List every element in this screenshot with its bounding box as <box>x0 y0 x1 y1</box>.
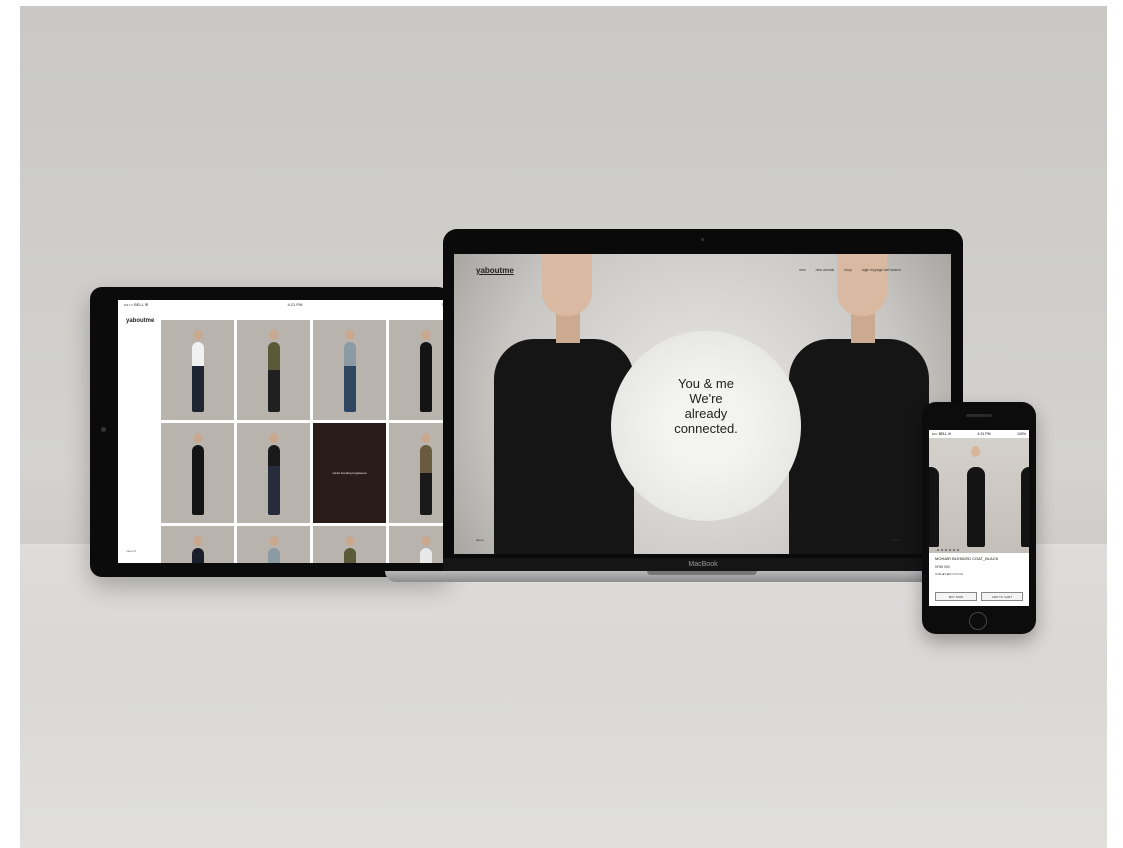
hero-headline: You & me We're already connected. <box>611 376 801 436</box>
laptop-screen: yaboutme new new arrivals shop login myp… <box>454 254 951 554</box>
laptop-notch <box>647 571 757 575</box>
model-figure <box>929 467 939 547</box>
camera-dot <box>701 238 704 241</box>
tablet-status-bar: •••○○ BELL ✉ 4:21 PM ≡ <box>118 300 450 309</box>
tablet-sidebar: yaboutme menu ≡ <box>118 310 160 563</box>
phone-screen: •••○ BELL ✉ 4:21 PM 100% MOHAIR BLENDED … <box>929 430 1029 606</box>
model-figure <box>191 445 204 515</box>
product-name: MOHAIR BLENDED COAT_BLACK <box>935 556 999 561</box>
laptop-chin: MacBook <box>443 558 963 571</box>
footer-link[interactable]: fashion <box>891 538 901 542</box>
model-figure <box>267 445 280 515</box>
footer-about-link[interactable]: about <box>476 538 484 542</box>
product-tile[interactable] <box>313 526 386 563</box>
add-to-cart-button[interactable]: ADD TO CART <box>981 592 1023 601</box>
home-button[interactable] <box>969 612 987 630</box>
tablet-logo[interactable]: yaboutme <box>126 318 154 324</box>
tablet-screen: •••○○ BELL ✉ 4:21 PM ≡ yaboutme menu ≡ v… <box>118 300 450 563</box>
phone-device: •••○ BELL ✉ 4:21 PM 100% MOHAIR BLENDED … <box>922 402 1036 634</box>
model-figure <box>191 548 204 563</box>
product-tile[interactable] <box>237 423 310 523</box>
nav-item[interactable]: new <box>799 268 805 272</box>
product-tile[interactable] <box>161 320 234 420</box>
product-image[interactable] <box>929 438 1029 553</box>
product-tile[interactable] <box>237 320 310 420</box>
model-right <box>789 254 929 554</box>
product-tile[interactable] <box>161 526 234 563</box>
model-head <box>971 446 980 457</box>
nav-item[interactable]: login mypage cart search <box>862 268 901 272</box>
mockup-scene: •••○○ BELL ✉ 4:21 PM ≡ yaboutme menu ≡ v… <box>20 6 1107 848</box>
model-head <box>269 433 278 443</box>
tablet-menu-button[interactable]: menu ≡ <box>126 549 136 553</box>
product-tile[interactable] <box>389 320 450 420</box>
phone-battery: 100% <box>1017 431 1026 436</box>
product-tile[interactable] <box>313 320 386 420</box>
phone-speaker <box>966 414 992 417</box>
model-head <box>269 330 278 340</box>
buy-now-button[interactable]: BUY NOW <box>935 592 977 601</box>
phone-carrier: •••○ BELL ✉ <box>932 431 952 436</box>
product-tile[interactable] <box>389 526 450 563</box>
model-figure <box>191 342 204 412</box>
tablet-carrier: •••○○ BELL ✉ <box>124 302 149 307</box>
product-tile[interactable] <box>161 423 234 523</box>
model-head <box>269 536 278 546</box>
model-face <box>542 254 592 316</box>
tile-caption: velvet bonding longsleeve <box>332 471 367 475</box>
nav-item[interactable]: shop <box>844 268 852 272</box>
nav-item[interactable]: new arrivals <box>816 268 835 272</box>
model-head <box>345 330 354 340</box>
model-head <box>421 433 430 443</box>
model-figure <box>267 548 280 563</box>
tablet-time: 4:21 PM <box>287 302 303 307</box>
product-tile[interactable] <box>389 423 450 523</box>
carousel-dots[interactable] <box>937 549 959 551</box>
model-head <box>193 433 202 443</box>
model-head <box>421 536 430 546</box>
laptop-brand-label: MacBook <box>688 561 718 568</box>
product-tile[interactable] <box>237 526 310 563</box>
hero-line: already <box>684 406 728 421</box>
model-head <box>345 536 354 546</box>
product-actions: BUY NOW ADD TO CART <box>935 592 1023 601</box>
model-figure <box>1021 467 1029 547</box>
model-figure <box>343 548 356 563</box>
product-tile-featured[interactable]: velvet bonding longsleeve <box>313 423 386 523</box>
hero-line: We're <box>689 391 723 406</box>
model-figure <box>343 342 356 412</box>
site-logo[interactable]: yaboutme <box>476 266 514 275</box>
model-coat <box>789 339 929 554</box>
laptop-device: yaboutme new new arrivals shop login myp… <box>443 229 963 571</box>
phone-time: 4:21 PM <box>977 431 991 436</box>
model-figure <box>267 342 280 412</box>
product-price: KRW 000 <box>935 565 950 569</box>
model-head <box>421 330 430 340</box>
model-figure <box>419 342 432 412</box>
phone-status-bar: •••○ BELL ✉ 4:21 PM 100% <box>929 430 1029 437</box>
model-figure <box>967 467 985 547</box>
model-head <box>193 536 202 546</box>
tablet-camera-dot <box>101 427 106 432</box>
model-head <box>193 330 202 340</box>
product-grid: velvet bonding longsleeve <box>161 320 450 563</box>
model-figure <box>419 548 432 563</box>
hero-line: You & me <box>678 376 734 391</box>
hero-line: connected. <box>674 421 738 436</box>
product-options[interactable]: SIZE ■S ■M COLOR <box>935 572 963 576</box>
tablet-device: •••○○ BELL ✉ 4:21 PM ≡ yaboutme menu ≡ v… <box>90 287 450 577</box>
site-nav: new new arrivals shop login mypage cart … <box>799 268 901 272</box>
model-figure <box>419 445 432 515</box>
model-face <box>837 254 887 316</box>
